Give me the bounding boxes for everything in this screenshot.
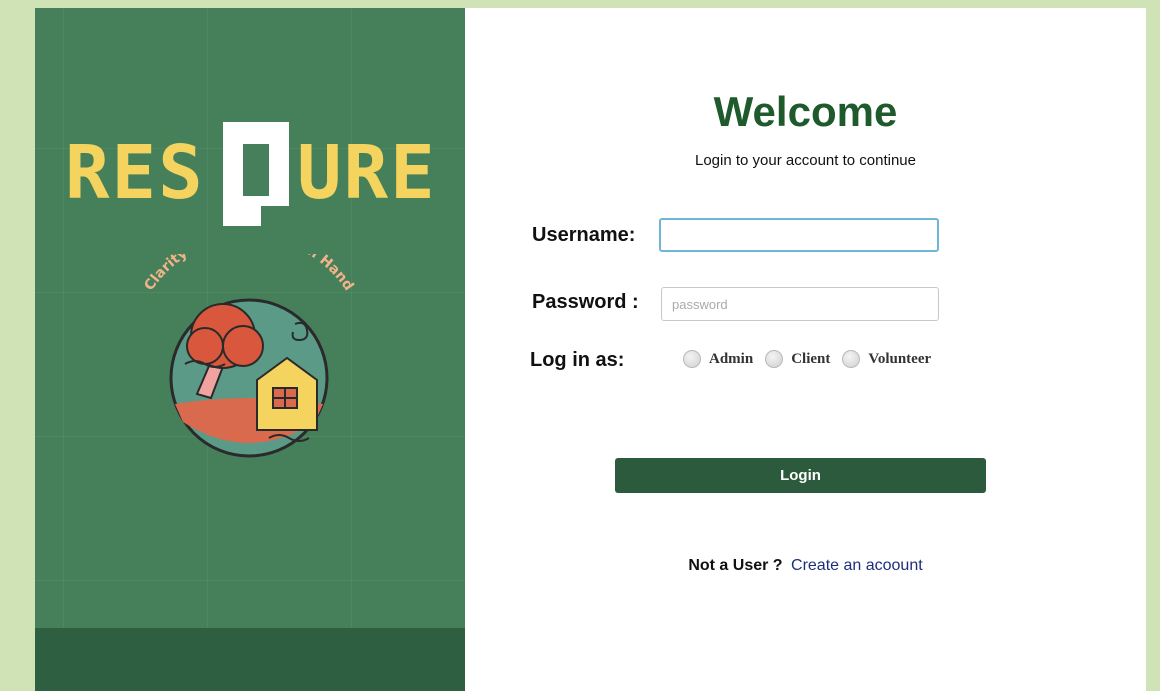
- role-radio-volunteer[interactable]: [842, 350, 861, 368]
- login-window: RES URE Clarity in Crisis, Help in Hand: [35, 8, 1146, 691]
- role-option-label: Admin: [709, 350, 754, 367]
- password-input[interactable]: [661, 287, 939, 321]
- logo-left-letters: RES: [65, 130, 205, 216]
- logo-q-hole: [243, 144, 269, 196]
- signup-prompt: Not a User ?: [688, 557, 783, 574]
- brand-panel: RES URE Clarity in Crisis, Help in Hand: [35, 8, 465, 691]
- tagline-text: Clarity in Crisis, Help in Hand: [141, 254, 356, 294]
- username-input[interactable]: [659, 218, 939, 252]
- role-radio-admin[interactable]: [683, 350, 701, 368]
- page-title: Welcome: [713, 88, 898, 135]
- role-option-volunteer[interactable]: Volunteer: [842, 350, 931, 368]
- brand-panel-footer: [35, 628, 465, 691]
- page-subtitle: Login to your account to continue: [695, 152, 916, 169]
- username-label: Username:: [532, 224, 636, 246]
- logo-q-tail-notch: [261, 206, 289, 226]
- signup-row: Not a User ? Create an acoount: [465, 557, 1146, 575]
- emblem: Clarity in Crisis, Help in Hand: [141, 254, 357, 458]
- login-panel: Welcome Login to your account to continu…: [465, 8, 1146, 691]
- grid-line: [35, 580, 465, 581]
- emblem-illustration: [169, 298, 329, 458]
- create-account-link[interactable]: Create an acoount: [791, 557, 923, 574]
- role-option-label: Volunteer: [868, 350, 932, 367]
- role-radio-group: Admin Client Volunteer: [683, 350, 943, 368]
- login-button[interactable]: Login: [615, 458, 986, 493]
- role-option-label: Client: [791, 350, 831, 367]
- resqure-logo: RES URE: [65, 122, 437, 226]
- grid-line: [63, 8, 64, 691]
- role-option-admin[interactable]: Admin: [683, 350, 753, 368]
- role-option-client[interactable]: Client: [765, 350, 830, 368]
- role-label: Log in as:: [530, 349, 625, 371]
- logo-right-letters: URE: [297, 130, 437, 216]
- role-radio-client[interactable]: [765, 350, 784, 368]
- password-label: Password :: [532, 291, 639, 313]
